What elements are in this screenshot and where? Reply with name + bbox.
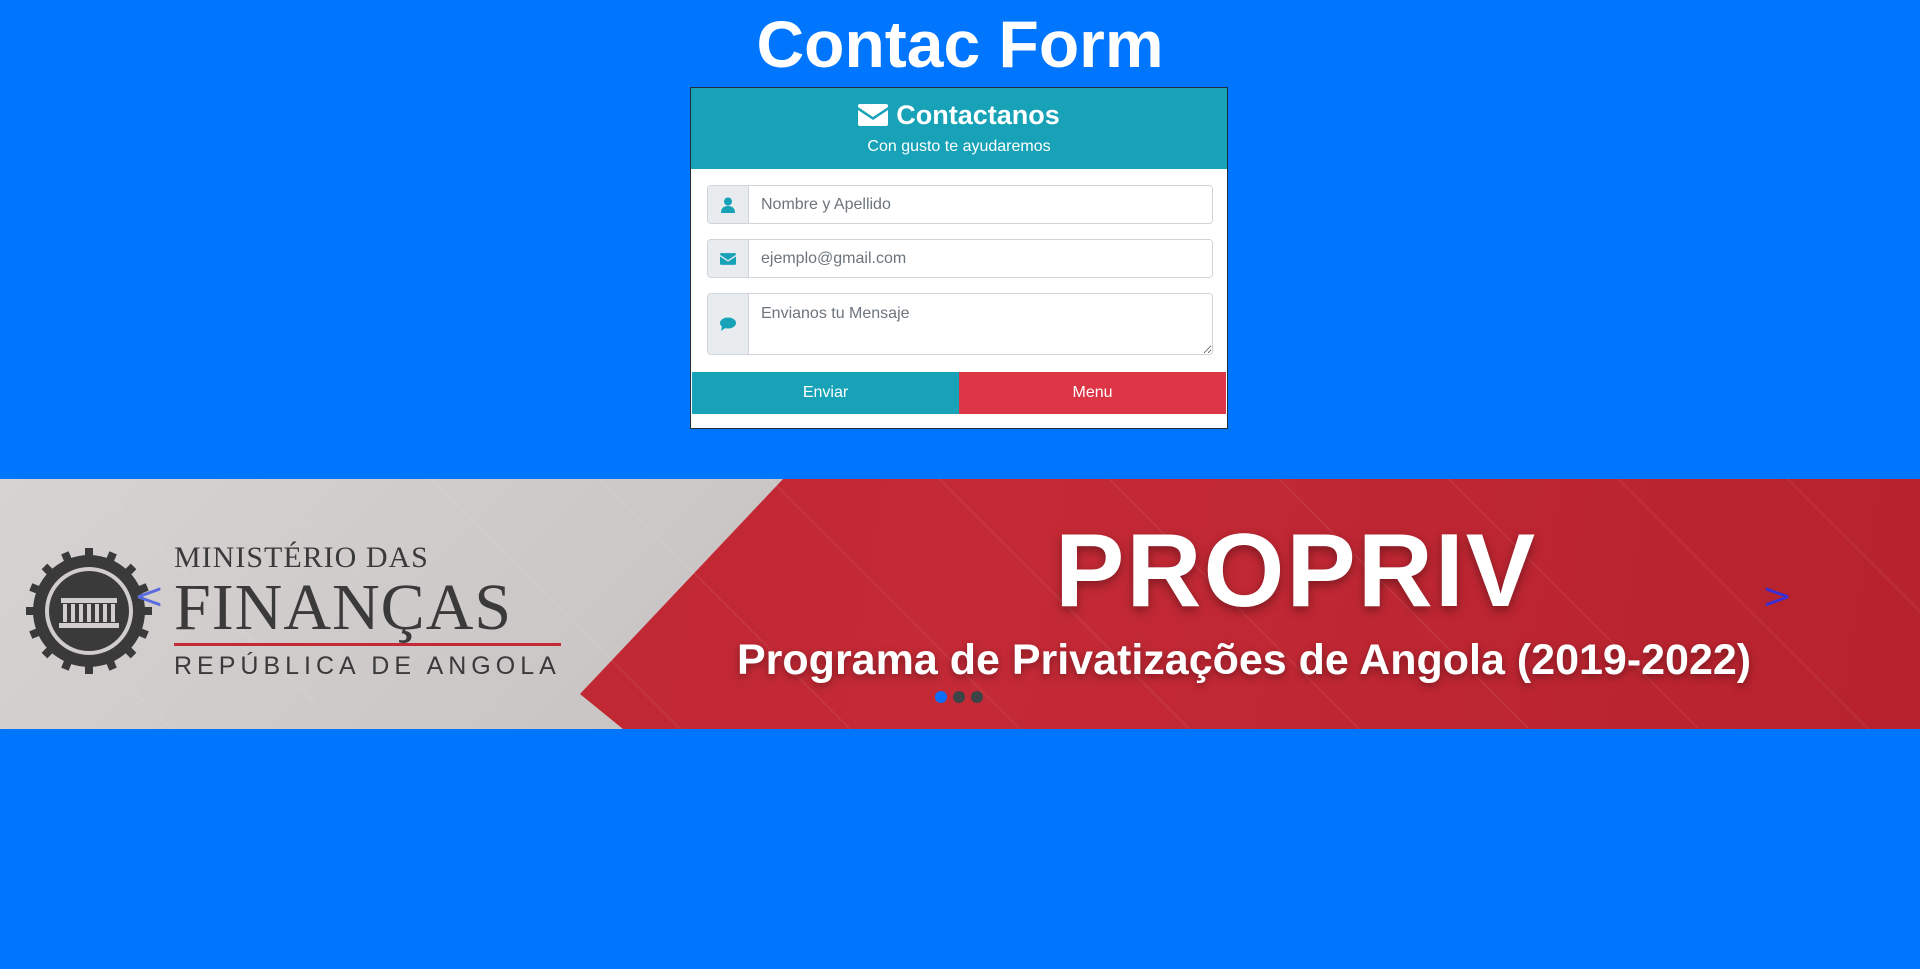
card-title: Contactanos [691, 97, 1227, 133]
slide-headline: PROPRIV [1055, 513, 1538, 629]
user-icon [708, 186, 749, 223]
carousel-next-button[interactable]: > [1762, 579, 1792, 615]
carousel-indicator[interactable] [935, 691, 947, 703]
carousel-prev-button[interactable]: < [134, 579, 164, 615]
contact-card: Contactanos Con gusto te ayudaremos Nomb… [690, 87, 1228, 429]
carousel-indicator[interactable] [971, 691, 983, 703]
ministry-main-line: FINANÇAS [174, 575, 561, 646]
ministry-sub-line: REPÚBLICA DE ANGOLA [174, 652, 561, 680]
envelope-icon [858, 104, 889, 126]
email-input[interactable] [749, 240, 1212, 277]
ministry-text: MINISTÉRIO DAS FINANÇAS REPÚBLICA DE ANG… [174, 543, 561, 679]
message-textarea[interactable] [749, 294, 1212, 354]
banner-carousel: MINISTÉRIO DAS FINANÇAS REPÚBLICA DE ANG… [0, 479, 1920, 729]
name-field-group [707, 185, 1213, 224]
card-title-text: Contactanos [896, 100, 1060, 130]
card-subtitle: Con gusto te ayudaremos [867, 138, 1051, 155]
envelope-icon [708, 240, 749, 277]
menu-button[interactable]: Menu [959, 372, 1226, 414]
name-input[interactable] [749, 186, 1212, 223]
send-button[interactable]: Enviar [692, 372, 959, 414]
email-field-group [707, 239, 1213, 278]
page-title: Contac Form [756, 7, 1164, 81]
ministry-logo: MINISTÉRIO DAS FINANÇAS REPÚBLICA DE ANG… [26, 543, 561, 679]
ministry-top-line: MINISTÉRIO DAS [174, 541, 429, 574]
message-field-group [707, 293, 1213, 355]
slide-subheadline: Programa de Privatizações de Angola (201… [737, 636, 1752, 684]
comment-icon [708, 294, 749, 354]
card-header: Contactanos Con gusto te ayudaremos [691, 88, 1227, 169]
button-row: Enviar Menu [692, 372, 1226, 414]
carousel-indicators [935, 691, 983, 703]
carousel-indicator[interactable] [953, 691, 965, 703]
